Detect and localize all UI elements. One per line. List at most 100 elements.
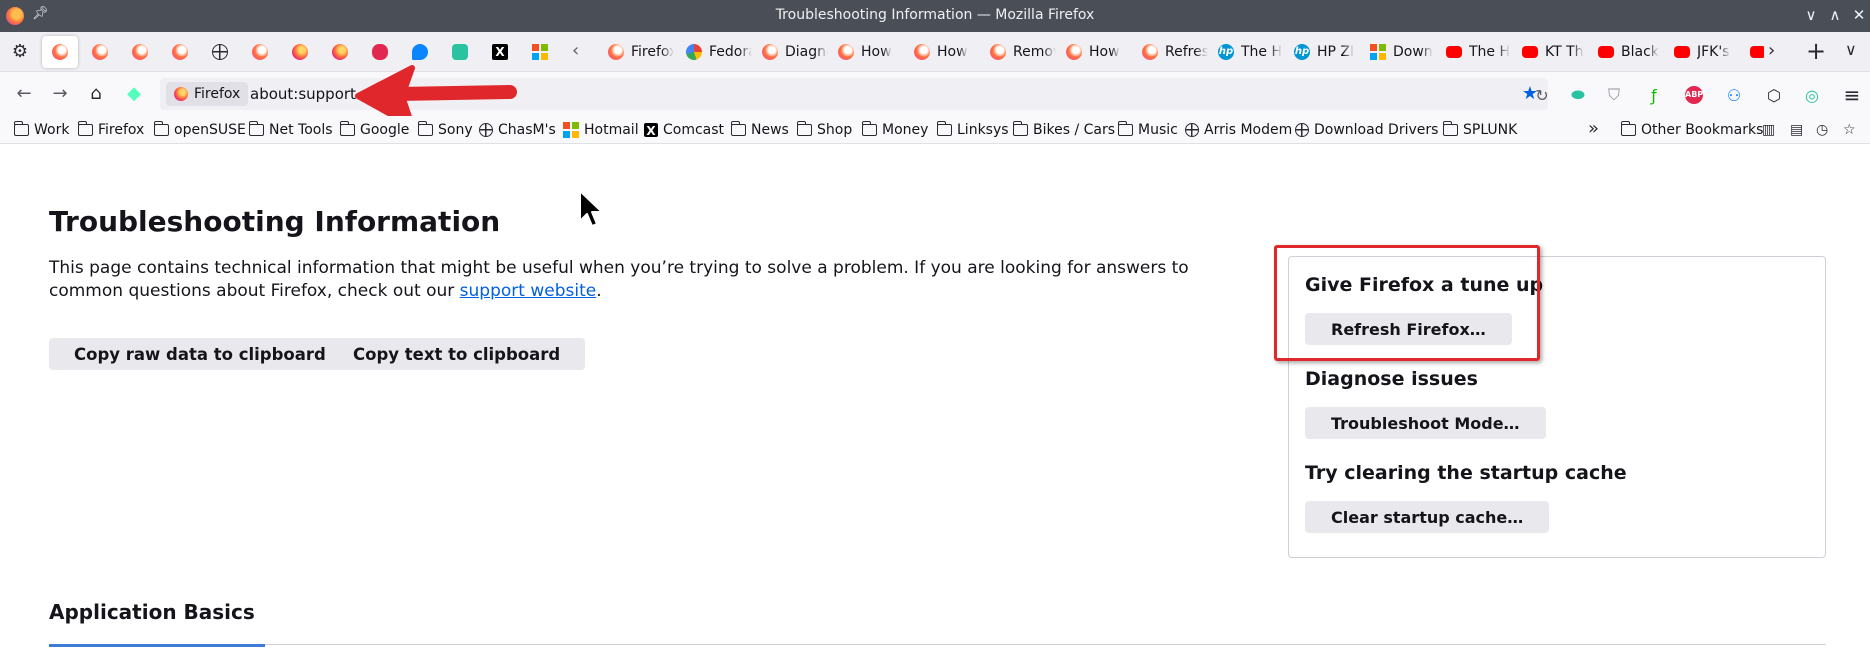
gear-icon[interactable]: ⚙: [10, 42, 30, 62]
tab[interactable]: How: [1060, 36, 1132, 68]
home-icon[interactable]: ⌂: [84, 82, 108, 106]
ghost-icon[interactable]: ⚇: [1724, 85, 1744, 105]
reload-icon[interactable]: ↻: [1532, 85, 1552, 105]
youtube-icon: [1598, 46, 1614, 58]
bookmark-folder[interactable]: Shop: [796, 120, 853, 140]
pocket-icon[interactable]: ☆: [1843, 122, 1856, 138]
tab[interactable]: Fedora: [680, 36, 752, 68]
support-website-link[interactable]: support website: [460, 281, 597, 301]
bookmark-folder[interactable]: Money: [861, 120, 929, 140]
account-icon[interactable]: ◎: [1802, 85, 1822, 105]
bookmark-link[interactable]: Hotmail: [563, 120, 639, 140]
bookmark-link[interactable]: Arris Modem: [1185, 120, 1292, 140]
pinned-tab[interactable]: [522, 36, 558, 68]
bookmark-label: Music: [1138, 122, 1178, 138]
tab[interactable]: hp HP ZI: [1288, 36, 1360, 68]
bookmark-folder[interactable]: Linksys: [936, 120, 1009, 140]
bookmark-label: Bikes / Cars: [1033, 122, 1116, 138]
globe-icon: [1185, 123, 1199, 137]
extensions-icon[interactable]: ⬡: [1764, 85, 1784, 105]
folder-icon: [1620, 121, 1636, 136]
new-tab-icon[interactable]: +: [1806, 37, 1826, 65]
bookmark-folder[interactable]: Bikes / Cars: [1012, 120, 1116, 140]
tab-label: The H: [1469, 44, 1511, 60]
pinned-tab[interactable]: [82, 36, 118, 68]
adblock-icon[interactable]: ABP: [1684, 85, 1704, 105]
pinned-tab[interactable]: [242, 36, 278, 68]
turtle-icon[interactable]: ⬬: [1568, 85, 1588, 105]
bookmark-folder[interactable]: openSUSE: [153, 120, 246, 140]
intro-text: This page contains technical information…: [49, 258, 1189, 301]
bookmark-folder[interactable]: Work: [13, 120, 69, 140]
chevron-left-icon[interactable]: ‹: [572, 40, 579, 61]
bookmark-folder[interactable]: Google: [339, 120, 409, 140]
window-titlebar: 📌︎ Troubleshooting Information — Mozilla…: [0, 0, 1870, 32]
bookmark-folder[interactable]: Firefox: [77, 120, 144, 140]
tab-label: Fedora: [709, 44, 752, 60]
clear-startup-cache-button[interactable]: Clear startup cache…: [1305, 501, 1550, 533]
globe-icon: [212, 44, 228, 60]
tab-label: How: [1089, 44, 1120, 60]
bookmark-link[interactable]: X Comcast: [644, 120, 724, 140]
bookmark-folder[interactable]: Sony: [417, 120, 473, 140]
tab[interactable]: Black: [1592, 36, 1664, 68]
bookmark-label: Money: [882, 122, 929, 138]
back-icon[interactable]: ←: [12, 82, 36, 106]
library-icon[interactable]: ▤: [1790, 122, 1803, 138]
menu-icon[interactable]: ≡: [1842, 83, 1862, 107]
pinned-tab[interactable]: [282, 36, 318, 68]
chevron-double-right-icon[interactable]: »: [1588, 118, 1599, 139]
shield-icon[interactable]: ⛉: [1604, 85, 1624, 105]
tab-label: JFK's: [1697, 44, 1730, 60]
copy-text-button[interactable]: Copy text to clipboard: [328, 338, 586, 370]
tab[interactable]: The H: [1440, 36, 1512, 68]
intro-paragraph: This page contains technical information…: [49, 257, 1249, 303]
close-icon[interactable]: ✕: [1848, 4, 1870, 26]
other-bookmarks[interactable]: Other Bookmarks: [1620, 120, 1763, 140]
url-text[interactable]: about:support: [250, 85, 356, 103]
sidebar-icon[interactable]: ▥: [1762, 122, 1775, 138]
history-icon[interactable]: ◷: [1816, 122, 1828, 138]
maximize-icon[interactable]: ∧: [1824, 4, 1846, 26]
tab[interactable]: JFK's: [1668, 36, 1740, 68]
pinned-tab[interactable]: [162, 36, 198, 68]
tab-label: How: [861, 44, 892, 60]
tab[interactable]: Diagnose: [756, 36, 828, 68]
extension-icon[interactable]: ◆: [122, 82, 146, 106]
pinned-tab[interactable]: [202, 36, 238, 68]
windows-icon: [563, 122, 579, 138]
bookmark-folder[interactable]: Music: [1117, 120, 1178, 140]
firefox-icon: [762, 44, 778, 60]
firefox-icon: [838, 44, 854, 60]
tab[interactable]: Refresh: [1136, 36, 1208, 68]
tab[interactable]: [1744, 36, 1764, 68]
bookmark-folder[interactable]: Net Tools: [248, 120, 333, 140]
pinned-tab-active[interactable]: [42, 36, 78, 68]
chevron-right-icon[interactable]: ›: [1768, 40, 1775, 61]
bookmark-link[interactable]: Download Drivers: [1295, 120, 1438, 140]
intro-end: .: [596, 281, 602, 301]
firefox-icon: [252, 44, 268, 60]
bookmark-folder[interactable]: SPLUNK: [1442, 120, 1517, 140]
tab[interactable]: KT Th: [1516, 36, 1588, 68]
tab[interactable]: hp The H: [1212, 36, 1284, 68]
tab[interactable]: Firefox: [602, 36, 674, 68]
pinned-tab[interactable]: [122, 36, 158, 68]
bookmark-label: Shop: [817, 122, 853, 138]
bookmark-link[interactable]: ChasM's: [479, 120, 556, 140]
tab-strip: ⚙ X ‹ Firefox Fedora Diagnose How How Re…: [0, 32, 1870, 72]
tab[interactable]: Down: [1364, 36, 1436, 68]
copy-raw-data-button[interactable]: Copy raw data to clipboard: [49, 338, 351, 370]
tab[interactable]: How: [832, 36, 904, 68]
tab-label: KT Th: [1545, 44, 1584, 60]
script-icon[interactable]: ƒ: [1644, 85, 1664, 105]
tab[interactable]: How: [908, 36, 980, 68]
identity-box[interactable]: Firefox: [166, 82, 249, 106]
bookmark-folder[interactable]: News: [730, 120, 789, 140]
firefox-icon: [1066, 44, 1082, 60]
tab[interactable]: Remove: [984, 36, 1056, 68]
troubleshoot-mode-button[interactable]: Troubleshoot Mode…: [1305, 407, 1546, 439]
chevron-down-icon[interactable]: ∨: [1845, 40, 1857, 59]
forward-icon[interactable]: →: [48, 82, 72, 106]
minimize-icon[interactable]: ∨: [1800, 4, 1822, 26]
